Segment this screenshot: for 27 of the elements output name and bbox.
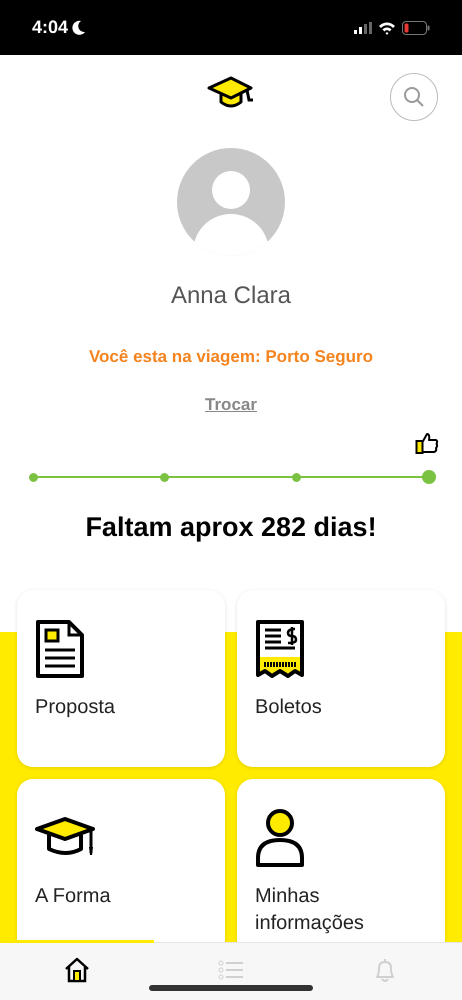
- card-label: A Forma: [35, 884, 112, 908]
- card-label: Proposta: [35, 694, 116, 720]
- receipt-icon: [255, 618, 305, 678]
- menu-card[interactable]: A Forma: [17, 778, 225, 942]
- card-label: Minhas informações: [255, 884, 365, 936]
- wifi-icon: [378, 20, 396, 34]
- menu-card[interactable]: Boletos: [237, 590, 445, 766]
- change-trip-link[interactable]: Trocar: [205, 392, 257, 417]
- user-name: Anna Clara: [170, 281, 292, 311]
- document-icon: [35, 618, 85, 678]
- person-icon: [255, 808, 305, 868]
- bell-icon: [373, 957, 397, 983]
- search-icon: [403, 86, 425, 108]
- home-icon: [64, 957, 90, 983]
- graduation-cap-icon: [207, 76, 255, 110]
- thumbs-up-icon: [415, 431, 439, 455]
- card-label: Boletos: [255, 694, 323, 720]
- menu-card[interactable]: Proposta: [17, 590, 225, 766]
- signal-icon: [354, 22, 372, 34]
- current-trip-text: Você esta na viagem: Porto Seguro: [88, 346, 374, 368]
- search-button[interactable]: [390, 73, 438, 121]
- battery-icon: [402, 20, 430, 34]
- countdown-text: Faltam aprox 282 dias!: [84, 511, 378, 544]
- status-time: 4:04: [32, 16, 68, 39]
- moon-icon: [72, 20, 86, 36]
- list-icon: [218, 960, 244, 980]
- menu-card[interactable]: Minhas informações: [237, 778, 445, 942]
